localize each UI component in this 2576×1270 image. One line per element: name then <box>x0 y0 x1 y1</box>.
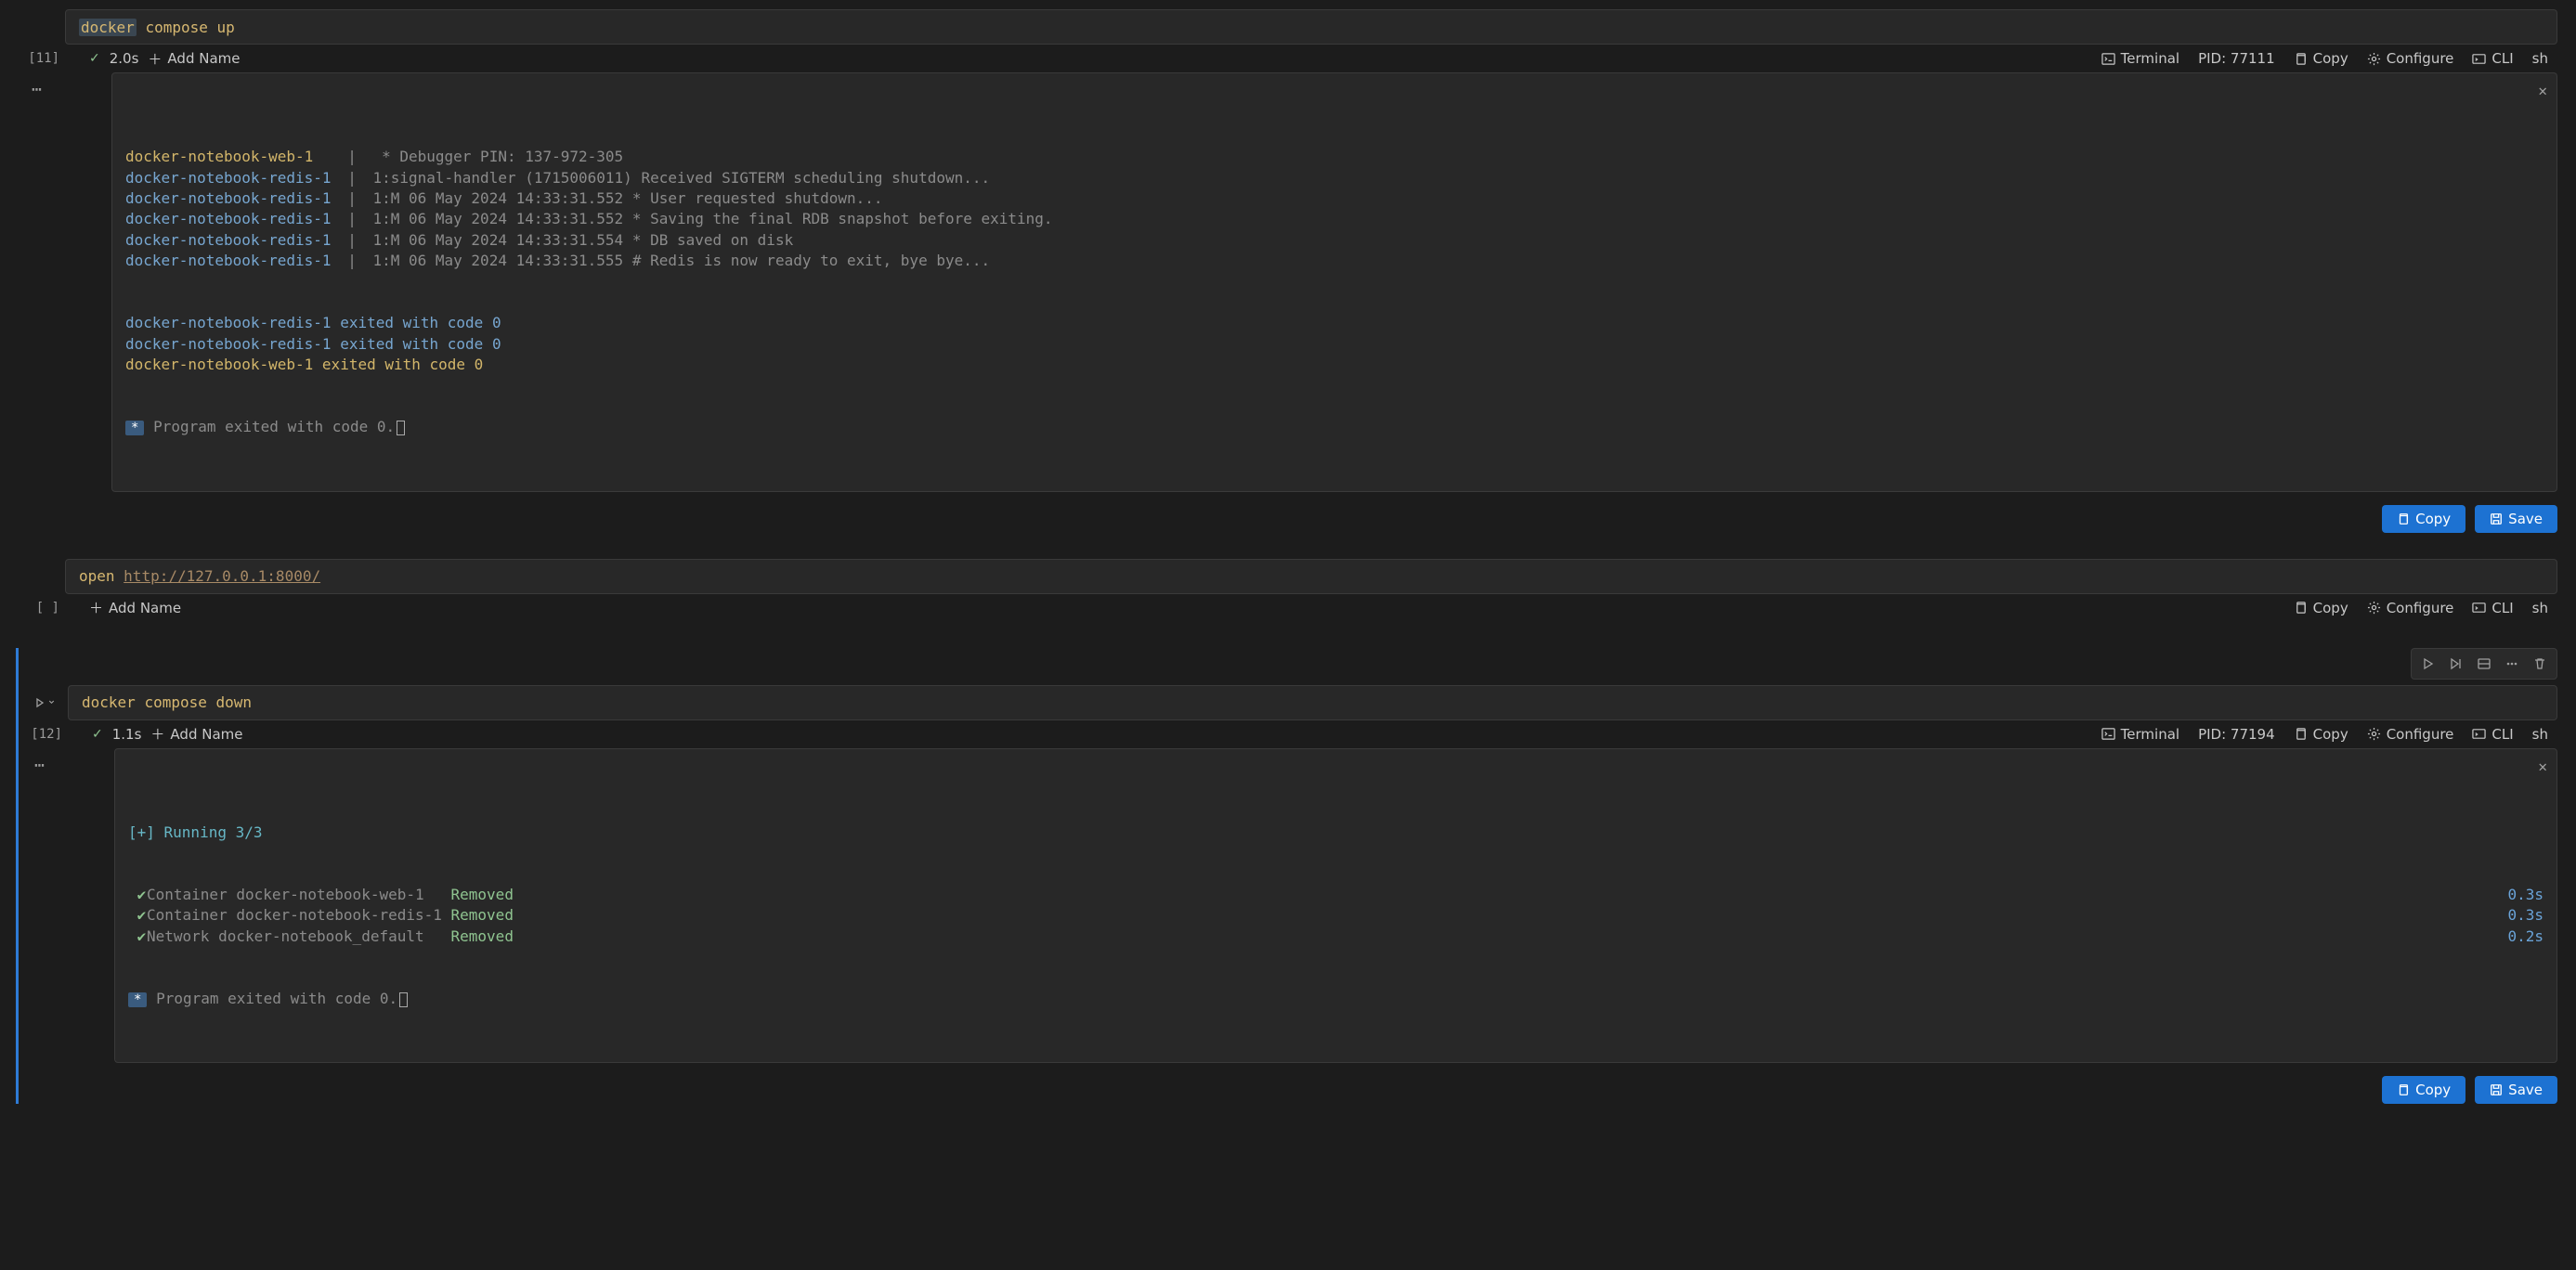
log-line: docker-notebook-redis-1 | 1:M 06 May 202… <box>125 188 2543 209</box>
check-icon: ✓ <box>92 727 103 742</box>
cell-12: docker compose down [12] ✓ 1.1s ＋Add Nam… <box>16 648 2557 1105</box>
exit-badge: * <box>125 421 144 435</box>
log-line: docker-notebook-web-1 | * Debugger PIN: … <box>125 147 2543 167</box>
copy-output-button[interactable]: Copy <box>2382 1076 2465 1104</box>
cell-meta-row: [12] ✓ 1.1s ＋Add Name Terminal PID: 7719… <box>21 720 2557 748</box>
save-output-button[interactable]: Save <box>2475 505 2557 533</box>
command-input-cell-open[interactable]: open http://127.0.0.1:8000/ <box>65 559 2557 594</box>
exit-badge: * <box>128 992 147 1007</box>
duration: 1.1s <box>112 726 142 743</box>
command-input-cell-12[interactable]: docker compose down <box>68 685 2557 720</box>
cell-meta-row: [ ] ＋Add Name Copy Configure CLI sh <box>19 594 2557 622</box>
log-line: docker-notebook-redis-1 | 1:M 06 May 202… <box>125 209 2543 229</box>
cursor-icon <box>399 992 408 1007</box>
run-chevron-icon[interactable] <box>34 697 56 708</box>
program-exit-text: Program exited with code 0. <box>144 418 395 435</box>
log-line: docker-notebook-redis-1 | 1:M 06 May 202… <box>125 251 2543 271</box>
pid-label: PID: 77194 <box>2198 726 2275 743</box>
configure-button[interactable]: Configure <box>2367 600 2454 616</box>
more-icon[interactable] <box>2499 653 2525 675</box>
plus-icon: ＋ <box>148 49 162 69</box>
copy-output-button[interactable]: Copy <box>2382 505 2465 533</box>
copy-button[interactable]: Copy <box>2294 600 2348 616</box>
configure-button[interactable]: Configure <box>2367 726 2454 743</box>
shell-label[interactable]: sh <box>2532 600 2548 616</box>
exit-line: docker-notebook-redis-1 exited with code… <box>125 313 2543 333</box>
more-icon[interactable]: ⋯ <box>34 756 46 775</box>
cell-number: [ ] <box>19 601 59 616</box>
shell-label[interactable]: sh <box>2532 50 2548 67</box>
command-input-cell-11[interactable]: docker compose up <box>65 9 2557 45</box>
output-area: ✕ docker-notebook-web-1 | * Debugger PIN… <box>111 72 2557 492</box>
plus-icon: ＋ <box>150 724 164 744</box>
program-exit-text: Program exited with code 0. <box>147 990 397 1007</box>
cell-number: [11] <box>19 51 59 66</box>
terminal-button[interactable]: Terminal <box>2101 726 2179 743</box>
pid-label: PID: 77111 <box>2198 50 2275 67</box>
compose-down-line: ✔ Network docker-notebook_default Remove… <box>128 927 2543 947</box>
close-icon[interactable]: ✕ <box>2538 81 2547 101</box>
cell-open-url: open http://127.0.0.1:8000/ [ ] ＋Add Nam… <box>19 559 2557 622</box>
split-icon[interactable] <box>2471 653 2497 675</box>
terminal-button[interactable]: Terminal <box>2101 50 2179 67</box>
exit-line: docker-notebook-web-1 exited with code 0 <box>125 355 2543 375</box>
add-name-button[interactable]: ＋Add Name <box>148 49 240 69</box>
check-icon: ✓ <box>89 51 100 66</box>
copy-button[interactable]: Copy <box>2294 50 2348 67</box>
cursor-icon <box>397 421 405 435</box>
more-icon[interactable]: ⋯ <box>32 80 44 99</box>
shell-label[interactable]: sh <box>2532 726 2548 743</box>
log-line: docker-notebook-redis-1 | 1:signal-handl… <box>125 168 2543 188</box>
plus-icon: ＋ <box>89 598 103 617</box>
add-name-button[interactable]: ＋Add Name <box>150 724 242 744</box>
close-icon[interactable]: ✕ <box>2538 757 2547 777</box>
cli-button[interactable]: CLI <box>2472 50 2513 67</box>
add-name-button[interactable]: ＋Add Name <box>89 598 181 617</box>
cell-11: docker compose up [11] ✓ 2.0s ＋Add Name … <box>19 9 2557 533</box>
command-text: docker compose up <box>79 19 235 36</box>
delete-icon[interactable] <box>2527 653 2553 675</box>
cli-button[interactable]: CLI <box>2472 726 2513 743</box>
duration: 2.0s <box>110 50 139 67</box>
output-area: ✕ [+] Running 3/3 ✔ Container docker-not… <box>114 748 2557 1064</box>
save-output-button[interactable]: Save <box>2475 1076 2557 1104</box>
compose-down-line: ✔ Container docker-notebook-redis-1 Remo… <box>128 905 2543 926</box>
log-line: docker-notebook-redis-1 | 1:M 06 May 202… <box>125 230 2543 251</box>
cell-number: [12] <box>21 727 62 742</box>
command-text: docker compose down <box>82 693 252 711</box>
run-below-icon[interactable] <box>2443 653 2469 675</box>
configure-button[interactable]: Configure <box>2367 50 2454 67</box>
command-text: open http://127.0.0.1:8000/ <box>79 567 320 585</box>
cell-toolbar <box>2411 648 2557 680</box>
compose-down-line: ✔ Container docker-notebook-web-1 Remove… <box>128 885 2543 905</box>
cli-button[interactable]: CLI <box>2472 600 2513 616</box>
running-line: [+] Running 3/3 <box>128 823 2543 843</box>
run-cell-icon[interactable] <box>2415 653 2441 675</box>
cell-meta-row: [11] ✓ 2.0s ＋Add Name Terminal PID: 7711… <box>19 45 2557 72</box>
exit-line: docker-notebook-redis-1 exited with code… <box>125 334 2543 355</box>
copy-button[interactable]: Copy <box>2294 726 2348 743</box>
